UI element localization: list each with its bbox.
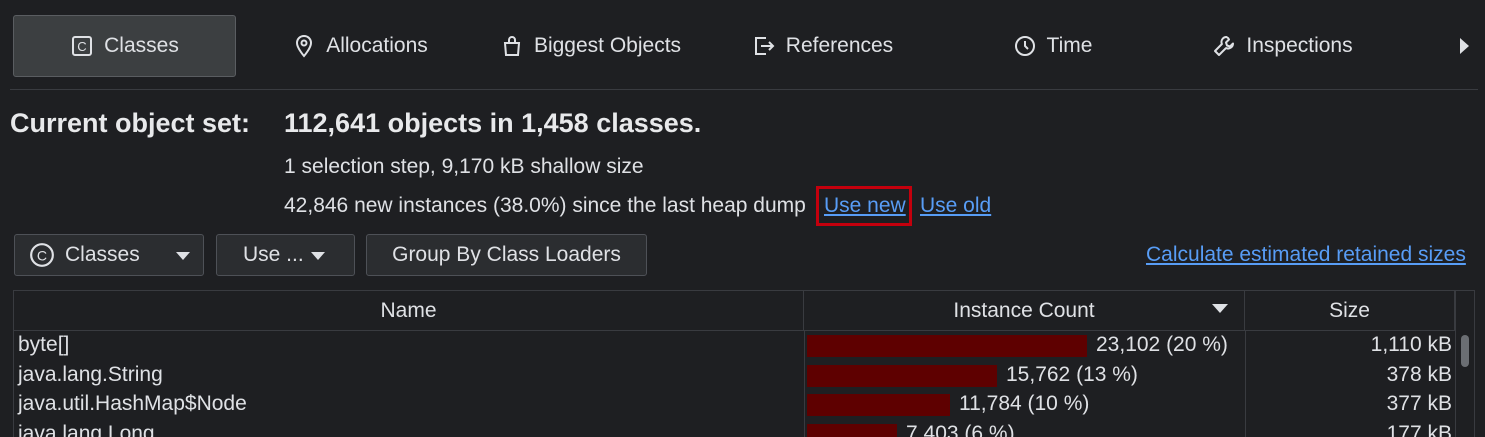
tab-references[interactable]: References [740,15,905,77]
view-select[interactable]: C Classes [14,234,204,276]
group-button-label: Group By Class Loaders [392,243,621,266]
column-divider [1245,331,1246,361]
column-divider [804,420,805,437]
use-select[interactable]: Use ... [216,234,355,276]
calculate-retained-sizes-link[interactable]: Calculate estimated retained sizes [1146,243,1466,267]
use-select-value: Use ... [243,243,304,266]
classes-table: Name Instance Count Size byte[] 23,102 (… [13,290,1475,437]
tab-label: Biggest Objects [533,34,682,57]
view-tabbar: C Classes Allocations Biggest Objects Re… [0,0,1485,90]
table-row[interactable]: java.util.HashMap$Node 11,784 (10 %) 377… [14,390,1455,420]
location-pin-icon [296,34,313,58]
column-divider [1245,361,1246,391]
table-row[interactable]: java.lang.String 15,762 (13 %) 378 kB [14,361,1455,391]
tabbar-divider [10,89,1478,90]
tab-time[interactable]: Time [1000,15,1105,77]
svg-text:C: C [37,247,47,263]
size-value: 377 kB [1386,392,1452,415]
tab-biggest-objects[interactable]: Biggest Objects [488,15,693,77]
tab-label: Inspections [1246,34,1353,57]
instance-count: 11,784 (10 %) [959,392,1090,415]
size-value: 378 kB [1386,363,1452,386]
sort-descending-icon [1212,304,1228,313]
wrench-icon [1214,35,1235,56]
classes-icon: C [72,36,93,56]
tabs-overflow-arrow-icon[interactable] [1460,38,1469,54]
svg-text:C: C [77,39,86,54]
vertical-scrollbar[interactable] [1455,291,1474,437]
chevron-down-icon [311,252,325,260]
column-divider [1245,390,1246,420]
scrollbar-thumb[interactable] [1461,335,1469,367]
column-header-name[interactable]: Name [14,291,804,331]
column-header-instance-count[interactable]: Instance Count [804,291,1245,331]
arrow-out-box-icon [754,37,775,55]
tab-allocations[interactable]: Allocations [280,15,440,77]
view-select-value: Classes [65,243,140,266]
tab-classes[interactable]: C Classes [13,15,236,77]
classes-circle-icon: C [30,243,54,267]
column-divider [1245,420,1246,437]
size-value: 177 kB [1386,422,1452,437]
use-old-link[interactable]: Use old [920,194,991,218]
object-set-value: 112,641 objects in 1,458 classes. [284,108,702,138]
column-divider [804,331,805,361]
instance-count-bar [807,424,897,437]
class-name: java.lang.Long [18,422,155,437]
instance-count-bar [807,365,997,387]
class-name: java.lang.String [18,363,163,386]
instance-count: 7,403 (6 %) [906,422,1015,437]
class-name: java.util.HashMap$Node [18,392,247,415]
instance-count: 23,102 (20 %) [1096,333,1228,356]
size-value: 1,110 kB [1370,333,1452,356]
tab-label: Classes [104,34,179,57]
column-divider [804,390,805,420]
column-divider [804,361,805,391]
shopping-bag-icon [503,36,521,56]
column-header-size[interactable]: Size [1245,291,1455,331]
group-by-class-loaders-button[interactable]: Group By Class Loaders [366,234,647,276]
clock-icon [1014,36,1035,56]
chevron-down-icon [176,252,190,260]
table-header: Name Instance Count Size [14,291,1455,331]
table-row[interactable]: java.lang.Long 7,403 (6 %) 177 kB [14,420,1455,437]
tab-label: Allocations [326,34,428,57]
selection-info: 1 selection step, 9,170 kB shallow size [284,155,644,178]
object-set-label: Current object set: [10,108,251,138]
new-instances-info: 42,846 new instances (38.0%) since the l… [284,194,806,217]
instance-count: 15,762 (13 %) [1006,363,1138,386]
tab-label: Time [1046,34,1093,57]
instance-count-bar [807,335,1087,357]
instance-count-bar [807,394,950,416]
use-new-link[interactable]: Use new [824,194,906,218]
tab-label: References [785,34,894,57]
tab-inspections[interactable]: Inspections [1200,15,1365,77]
class-name: byte[] [18,333,70,356]
table-row[interactable]: byte[] 23,102 (20 %) 1,110 kB [14,331,1455,361]
